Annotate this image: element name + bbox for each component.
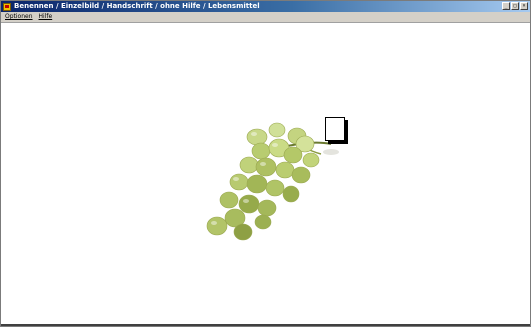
close-button[interactable]: × xyxy=(520,2,528,10)
menu-bar: Optionen Hilfe xyxy=(1,12,530,23)
menu-help[interactable]: Hilfe xyxy=(39,12,53,22)
title-bar[interactable]: Benennen / Einzelbild / Handschrift / oh… xyxy=(1,1,530,12)
maximize-button[interactable]: □ xyxy=(511,2,519,10)
window-controls: _ □ × xyxy=(502,2,528,10)
minimize-button[interactable]: _ xyxy=(502,2,510,10)
window-title: Benennen / Einzelbild / Handschrift / oh… xyxy=(14,2,260,10)
menu-options[interactable]: Optionen xyxy=(5,12,33,22)
app-window: Benennen / Einzelbild / Handschrift / oh… xyxy=(0,0,531,327)
bottom-border xyxy=(1,324,530,326)
app-icon xyxy=(3,2,11,11)
blank-card[interactable] xyxy=(325,117,345,141)
picture-canvas xyxy=(1,23,530,325)
